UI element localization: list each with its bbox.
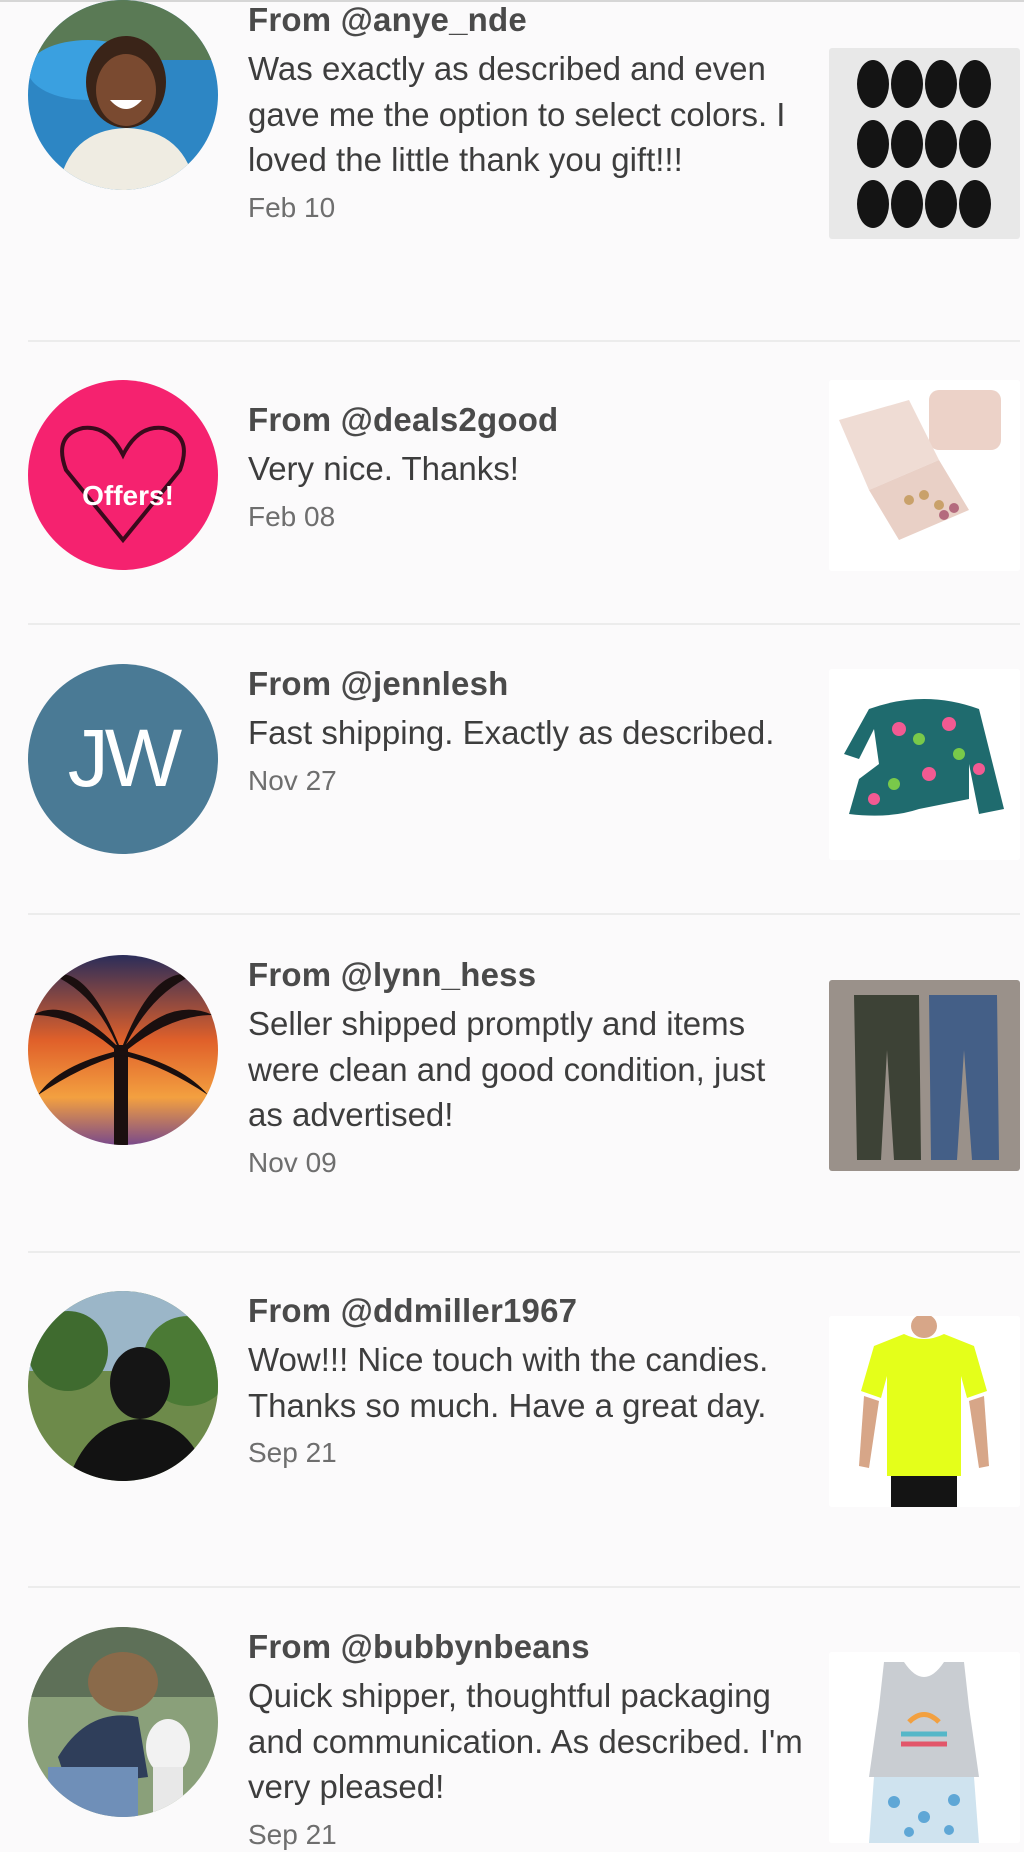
two-pairs-jeans-image xyxy=(829,980,1020,1171)
review-message: Wow!!! Nice touch with the candies. Than… xyxy=(248,1341,769,1424)
review-message: Was exactly as described and even gave m… xyxy=(248,50,786,178)
divider xyxy=(28,1251,1020,1253)
review-text: From @ddmiller1967 Wow!!! Nice touch wit… xyxy=(248,1291,808,1470)
tank-top-and-shorts-image xyxy=(829,1652,1020,1843)
profile-photo-outdoors xyxy=(28,1291,218,1481)
review-text: From @bubbynbeans Quick shipper, thought… xyxy=(248,1627,808,1852)
item-thumbnail[interactable] xyxy=(829,1652,1020,1843)
divider xyxy=(28,340,1020,342)
review-date: Feb 10 xyxy=(248,191,336,223)
avatar[interactable]: Offers! xyxy=(28,380,218,570)
review-message: Quick shipper, thoughtful packaging and … xyxy=(248,1677,803,1805)
palm-tree-sunset-image xyxy=(28,955,218,1145)
item-thumbnail[interactable] xyxy=(829,1316,1020,1507)
offers-heart-logo: Offers! xyxy=(28,380,218,570)
avatar[interactable] xyxy=(28,955,218,1145)
review-date: Nov 09 xyxy=(248,1146,337,1178)
review-message: Very nice. Thanks! xyxy=(248,450,519,487)
reviewer-name[interactable]: From @bubbynbeans xyxy=(248,1627,808,1667)
reviewer-name[interactable]: From @lynn_hess xyxy=(248,955,808,995)
black-face-masks-image xyxy=(829,48,1020,239)
review-text: From @jennlesh Fast shipping. Exactly as… xyxy=(248,664,808,798)
review-date: Sep 21 xyxy=(248,1437,337,1468)
review-message: Fast shipping. Exactly as described. xyxy=(248,714,775,751)
review-message: Seller shipped promptly and items were c… xyxy=(248,1005,766,1133)
review-text: From @lynn_hess Seller shipped promptly … xyxy=(248,955,808,1180)
review-text: From @deals2good Very nice. Thanks! Feb … xyxy=(248,400,808,534)
floral-swimsuit-image xyxy=(829,669,1020,860)
item-thumbnail[interactable] xyxy=(829,48,1020,239)
avatar[interactable] xyxy=(28,0,218,190)
divider xyxy=(28,1586,1020,1588)
pink-jewelry-box-image xyxy=(829,380,1020,571)
divider xyxy=(28,913,1020,915)
item-thumbnail[interactable] xyxy=(829,980,1020,1171)
profile-photo-girl-with-cat xyxy=(28,1627,218,1817)
avatar[interactable] xyxy=(28,1291,218,1481)
reviewer-name[interactable]: From @deals2good xyxy=(248,400,808,440)
neon-yellow-tshirt-image xyxy=(829,1316,1020,1507)
avatar-initials: JW xyxy=(67,713,182,804)
item-thumbnail[interactable] xyxy=(829,380,1020,571)
reviewer-name[interactable]: From @jennlesh xyxy=(248,664,808,704)
avatar[interactable] xyxy=(28,1627,218,1817)
review-date: Sep 21 xyxy=(248,1818,337,1850)
avatar-offers-text: Offers! xyxy=(82,480,174,511)
reviewer-name[interactable]: From @ddmiller1967 xyxy=(248,1291,808,1331)
item-thumbnail[interactable] xyxy=(829,669,1020,860)
review-text: From @anye_nde Was exactly as described … xyxy=(248,0,808,225)
review-date: Nov 27 xyxy=(248,764,337,796)
divider xyxy=(28,623,1020,625)
review-date: Feb 08 xyxy=(248,500,336,532)
profile-photo-man-smiling xyxy=(28,0,218,190)
avatar[interactable]: JW xyxy=(28,664,218,854)
reviewer-name[interactable]: From @anye_nde xyxy=(248,0,808,40)
